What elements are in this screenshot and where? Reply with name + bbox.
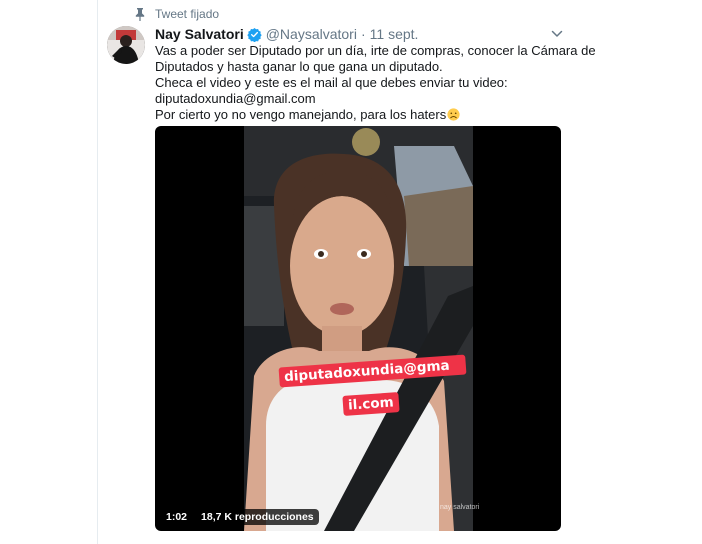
video-still-image bbox=[244, 126, 473, 531]
avatar[interactable] bbox=[107, 26, 145, 64]
chevron-down-icon[interactable] bbox=[550, 27, 564, 41]
tweet-text: Vas a poder ser Diputado por un día, irt… bbox=[155, 43, 596, 123]
video-frame bbox=[244, 126, 473, 531]
video-watermark: nay salvatori bbox=[440, 504, 480, 511]
verified-badge-icon bbox=[247, 27, 262, 42]
avatar-image bbox=[107, 26, 145, 64]
tweet-text-line: Diputados y hasta ganar lo que gana un d… bbox=[155, 59, 443, 74]
worried-face-emoji bbox=[447, 108, 460, 121]
tweet-text-line: Checa el video y este es el mail al que … bbox=[155, 75, 508, 90]
pinned-indicator: Tweet fijado bbox=[134, 7, 219, 21]
video-player[interactable]: diputadoxundia@gma il.com nay salvatori … bbox=[155, 126, 561, 531]
video-views-badge: 18,7 K reproducciones bbox=[196, 509, 319, 525]
tweet-text-line: Vas a poder ser Diputado por un día, irt… bbox=[155, 43, 596, 58]
overlay-sticker-line-2: il.com bbox=[342, 392, 400, 416]
pin-icon bbox=[135, 8, 145, 21]
tweet-text-line-last: Por cierto yo no vengo manejando, para l… bbox=[155, 107, 565, 123]
video-info-badges: 1:02 18,7 K reproducciones bbox=[161, 509, 319, 525]
left-gutter bbox=[0, 0, 98, 544]
tweet-text-line: diputadoxundia@gmail.com bbox=[155, 91, 316, 106]
tweet-date-link[interactable]: 11 sept. bbox=[370, 26, 419, 42]
author-display-name[interactable]: Nay Salvatori bbox=[155, 26, 244, 42]
right-gutter bbox=[572, 0, 702, 544]
video-duration-badge: 1:02 bbox=[161, 509, 193, 525]
tweet-header: Nay Salvatori @Naysalvatori · 11 sept. bbox=[155, 25, 418, 43]
pinned-tweet[interactable]: Tweet fijado Nay Salvatori @Naysalvatori… bbox=[98, 0, 596, 544]
author-handle[interactable]: @Naysalvatori bbox=[266, 26, 357, 42]
pinned-label: Tweet fijado bbox=[155, 7, 220, 21]
tweet-text-line: Por cierto yo no vengo manejando, para l… bbox=[155, 107, 447, 122]
header-separator: · bbox=[360, 26, 366, 42]
